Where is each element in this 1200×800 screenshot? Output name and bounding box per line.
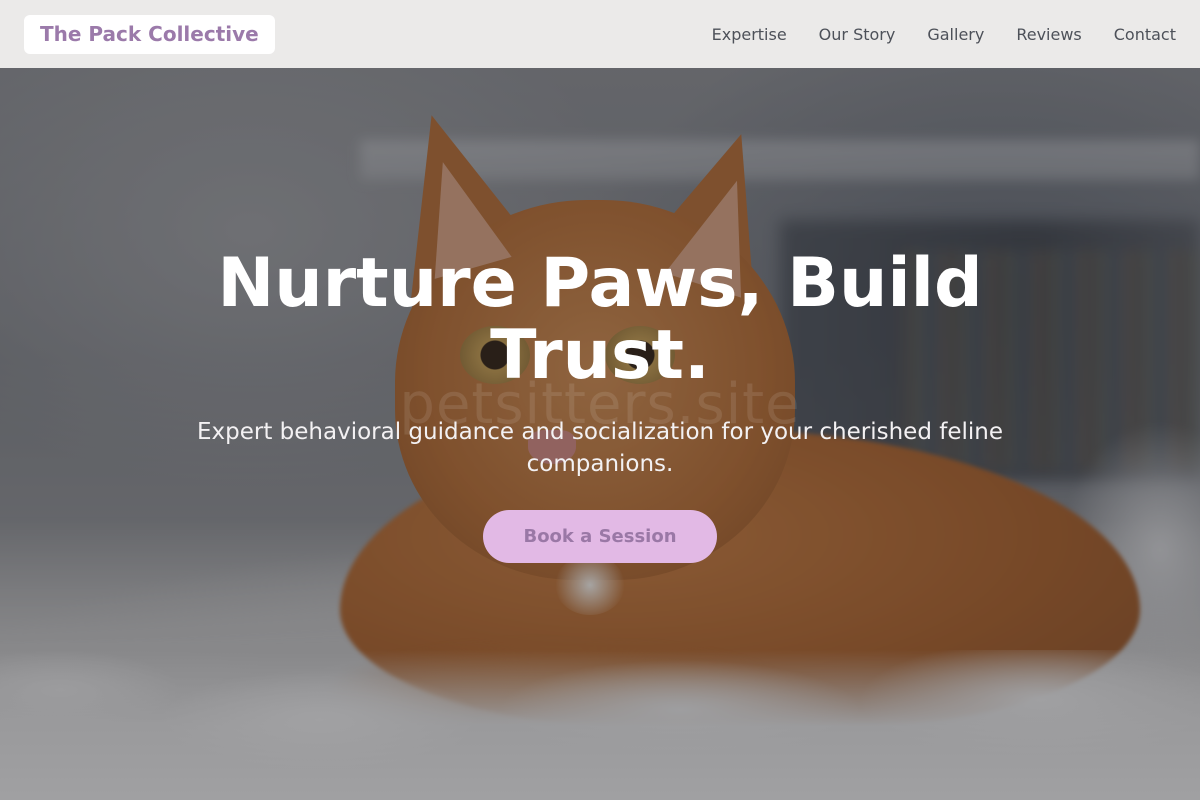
nav-link-gallery[interactable]: Gallery	[927, 25, 984, 44]
nav-link-our-story[interactable]: Our Story	[819, 25, 896, 44]
nav-link-expertise[interactable]: Expertise	[712, 25, 787, 44]
nav-link-contact[interactable]: Contact	[1114, 25, 1176, 44]
hero-section: petsitters.site Nurture Paws, Build Trus…	[0, 0, 1200, 800]
nav-link-reviews[interactable]: Reviews	[1016, 25, 1081, 44]
hero-content: Nurture Paws, Build Trust. Expert behavi…	[0, 248, 1200, 563]
main-nav: Expertise Our Story Gallery Reviews Cont…	[712, 25, 1176, 44]
hero-title: Nurture Paws, Build Trust.	[217, 244, 983, 395]
hero-subtitle: Expert behavioral guidance and socializa…	[196, 419, 1003, 477]
brand-logo-link[interactable]: The Pack Collective	[24, 14, 275, 54]
site-header: The Pack Collective Expertise Our Story …	[0, 0, 1200, 68]
book-session-button[interactable]: Book a Session	[483, 510, 717, 563]
